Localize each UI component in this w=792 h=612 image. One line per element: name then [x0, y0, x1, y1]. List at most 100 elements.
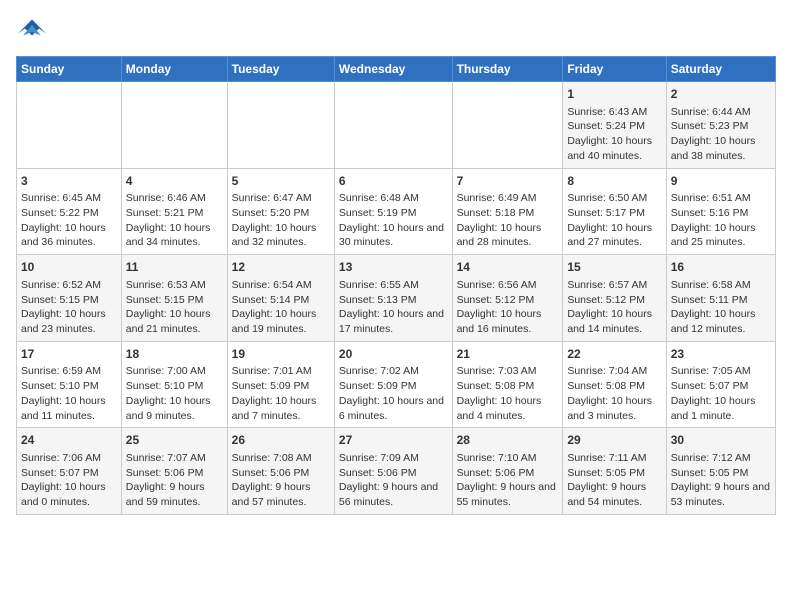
calendar-cell: 22Sunrise: 7:04 AMSunset: 5:08 PMDayligh…: [563, 341, 666, 428]
day-number: 10: [21, 259, 117, 276]
day-number: 1: [567, 86, 661, 103]
day-info: Sunset: 5:24 PM: [567, 119, 661, 134]
day-info: Daylight: 10 hours and 16 minutes.: [457, 307, 559, 336]
day-info: Sunset: 5:05 PM: [567, 466, 661, 481]
day-info: Sunrise: 7:04 AM: [567, 364, 661, 379]
calendar-cell: 11Sunrise: 6:53 AMSunset: 5:15 PMDayligh…: [121, 255, 227, 342]
day-info: Sunset: 5:06 PM: [232, 466, 330, 481]
calendar-cell: 24Sunrise: 7:06 AMSunset: 5:07 PMDayligh…: [17, 428, 122, 515]
calendar-cell: 7Sunrise: 6:49 AMSunset: 5:18 PMDaylight…: [452, 168, 563, 255]
day-info: Sunset: 5:15 PM: [21, 293, 117, 308]
calendar-cell: 20Sunrise: 7:02 AMSunset: 5:09 PMDayligh…: [334, 341, 452, 428]
day-info: Sunrise: 6:43 AM: [567, 105, 661, 120]
calendar-cell: 16Sunrise: 6:58 AMSunset: 5:11 PMDayligh…: [666, 255, 775, 342]
day-info: Sunset: 5:16 PM: [671, 206, 771, 221]
day-info: Daylight: 10 hours and 38 minutes.: [671, 134, 771, 163]
day-info: Sunset: 5:10 PM: [21, 379, 117, 394]
day-info: Daylight: 10 hours and 25 minutes.: [671, 221, 771, 250]
day-info: Daylight: 10 hours and 3 minutes.: [567, 394, 661, 423]
day-info: Sunrise: 6:57 AM: [567, 278, 661, 293]
day-info: Sunset: 5:17 PM: [567, 206, 661, 221]
day-info: Daylight: 10 hours and 11 minutes.: [21, 394, 117, 423]
calendar-cell: 28Sunrise: 7:10 AMSunset: 5:06 PMDayligh…: [452, 428, 563, 515]
day-info: Sunrise: 6:50 AM: [567, 191, 661, 206]
calendar-cell: 10Sunrise: 6:52 AMSunset: 5:15 PMDayligh…: [17, 255, 122, 342]
day-info: Daylight: 10 hours and 4 minutes.: [457, 394, 559, 423]
day-info: Sunset: 5:18 PM: [457, 206, 559, 221]
day-info: Sunrise: 7:00 AM: [126, 364, 223, 379]
calendar-cell: [227, 82, 334, 169]
calendar-cell: 25Sunrise: 7:07 AMSunset: 5:06 PMDayligh…: [121, 428, 227, 515]
day-number: 23: [671, 346, 771, 363]
day-info: Daylight: 10 hours and 21 minutes.: [126, 307, 223, 336]
calendar-cell: 29Sunrise: 7:11 AMSunset: 5:05 PMDayligh…: [563, 428, 666, 515]
day-info: Sunset: 5:12 PM: [567, 293, 661, 308]
day-info: Sunrise: 6:44 AM: [671, 105, 771, 120]
day-number: 6: [339, 173, 448, 190]
calendar-cell: 23Sunrise: 7:05 AMSunset: 5:07 PMDayligh…: [666, 341, 775, 428]
day-info: Daylight: 10 hours and 12 minutes.: [671, 307, 771, 336]
logo-icon: [16, 16, 48, 48]
day-info: Sunset: 5:23 PM: [671, 119, 771, 134]
day-info: Sunset: 5:14 PM: [232, 293, 330, 308]
day-info: Sunset: 5:21 PM: [126, 206, 223, 221]
day-number: 3: [21, 173, 117, 190]
day-info: Sunrise: 6:53 AM: [126, 278, 223, 293]
day-number: 5: [232, 173, 330, 190]
day-info: Sunrise: 6:45 AM: [21, 191, 117, 206]
calendar-cell: 9Sunrise: 6:51 AMSunset: 5:16 PMDaylight…: [666, 168, 775, 255]
day-info: Daylight: 10 hours and 27 minutes.: [567, 221, 661, 250]
day-info: Sunrise: 6:58 AM: [671, 278, 771, 293]
day-number: 16: [671, 259, 771, 276]
day-info: Sunrise: 6:46 AM: [126, 191, 223, 206]
calendar-cell: 12Sunrise: 6:54 AMSunset: 5:14 PMDayligh…: [227, 255, 334, 342]
day-info: Daylight: 10 hours and 34 minutes.: [126, 221, 223, 250]
day-info: Sunrise: 7:12 AM: [671, 451, 771, 466]
weekday-header: Tuesday: [227, 57, 334, 82]
calendar-cell: 6Sunrise: 6:48 AMSunset: 5:19 PMDaylight…: [334, 168, 452, 255]
day-info: Sunset: 5:15 PM: [126, 293, 223, 308]
day-number: 22: [567, 346, 661, 363]
day-number: 19: [232, 346, 330, 363]
day-info: Daylight: 9 hours and 53 minutes.: [671, 480, 771, 509]
day-info: Daylight: 10 hours and 28 minutes.: [457, 221, 559, 250]
day-info: Sunrise: 6:49 AM: [457, 191, 559, 206]
page-header: [16, 16, 776, 48]
day-info: Daylight: 10 hours and 14 minutes.: [567, 307, 661, 336]
logo: [16, 16, 52, 48]
calendar-cell: 17Sunrise: 6:59 AMSunset: 5:10 PMDayligh…: [17, 341, 122, 428]
day-info: Sunset: 5:22 PM: [21, 206, 117, 221]
day-number: 26: [232, 432, 330, 449]
day-info: Daylight: 9 hours and 59 minutes.: [126, 480, 223, 509]
calendar-cell: 2 Sunrise: 6:44 AMSunset: 5:23 PMDaylight…: [666, 82, 775, 169]
day-info: Daylight: 10 hours and 32 minutes.: [232, 221, 330, 250]
calendar-cell: 30Sunrise: 7:12 AMSunset: 5:05 PMDayligh…: [666, 428, 775, 515]
day-info: Sunrise: 7:09 AM: [339, 451, 448, 466]
calendar-cell: 26Sunrise: 7:08 AMSunset: 5:06 PMDayligh…: [227, 428, 334, 515]
calendar-table: SundayMondayTuesdayWednesdayThursdayFrid…: [16, 56, 776, 515]
day-info: Sunrise: 6:55 AM: [339, 278, 448, 293]
calendar-cell: 18Sunrise: 7:00 AMSunset: 5:10 PMDayligh…: [121, 341, 227, 428]
day-info: Sunrise: 7:10 AM: [457, 451, 559, 466]
day-number: 17: [21, 346, 117, 363]
day-number: 21: [457, 346, 559, 363]
day-info: Sunrise: 6:59 AM: [21, 364, 117, 379]
day-info: Sunset: 5:13 PM: [339, 293, 448, 308]
calendar-cell: 15Sunrise: 6:57 AMSunset: 5:12 PMDayligh…: [563, 255, 666, 342]
day-info: Daylight: 9 hours and 55 minutes.: [457, 480, 559, 509]
weekday-header: Friday: [563, 57, 666, 82]
day-info: Daylight: 10 hours and 9 minutes.: [126, 394, 223, 423]
day-info: Sunrise: 7:06 AM: [21, 451, 117, 466]
calendar-cell: 3Sunrise: 6:45 AMSunset: 5:22 PMDaylight…: [17, 168, 122, 255]
day-number: 14: [457, 259, 559, 276]
day-info: Sunrise: 7:11 AM: [567, 451, 661, 466]
day-number: 30: [671, 432, 771, 449]
day-info: Sunset: 5:09 PM: [339, 379, 448, 394]
calendar-cell: 4Sunrise: 6:46 AMSunset: 5:21 PMDaylight…: [121, 168, 227, 255]
day-number: 24: [21, 432, 117, 449]
day-number: 27: [339, 432, 448, 449]
day-number: 2: [671, 86, 771, 103]
calendar-week-row: 17Sunrise: 6:59 AMSunset: 5:10 PMDayligh…: [17, 341, 776, 428]
calendar-cell: [121, 82, 227, 169]
day-number: 28: [457, 432, 559, 449]
